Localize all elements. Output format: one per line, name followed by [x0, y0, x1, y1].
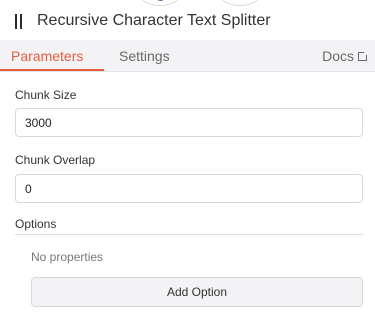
chunk-size-label: Chunk Size	[15, 88, 77, 102]
options-label: Options	[15, 217, 57, 231]
tab-settings[interactable]: Settings	[119, 48, 170, 64]
drag-handle-icon[interactable]	[15, 14, 23, 29]
add-option-button[interactable]: Add Option	[31, 277, 363, 307]
external-link-icon	[358, 50, 369, 61]
tab-parameters[interactable]: Parameters	[11, 48, 83, 64]
chunk-overlap-label: Chunk Overlap	[15, 153, 96, 167]
active-tab-indicator	[0, 69, 104, 71]
chunk-size-input[interactable]	[15, 108, 363, 137]
panel-tabs: Parameters Settings Docs	[0, 40, 375, 72]
chunk-overlap-input[interactable]	[15, 174, 363, 203]
node-title: Recursive Character Text Splitter	[37, 12, 271, 29]
docs-link[interactable]: Docs	[322, 48, 369, 64]
node-connector-handle[interactable]	[138, 0, 182, 6]
docs-label: Docs	[322, 48, 354, 64]
empty-options-text: No properties	[31, 250, 104, 264]
options-divider	[15, 234, 363, 235]
node-connector-handle[interactable]	[218, 0, 262, 6]
node-header: Recursive Character Text Splitter	[0, 0, 375, 40]
node-type-icon	[157, 0, 164, 1]
